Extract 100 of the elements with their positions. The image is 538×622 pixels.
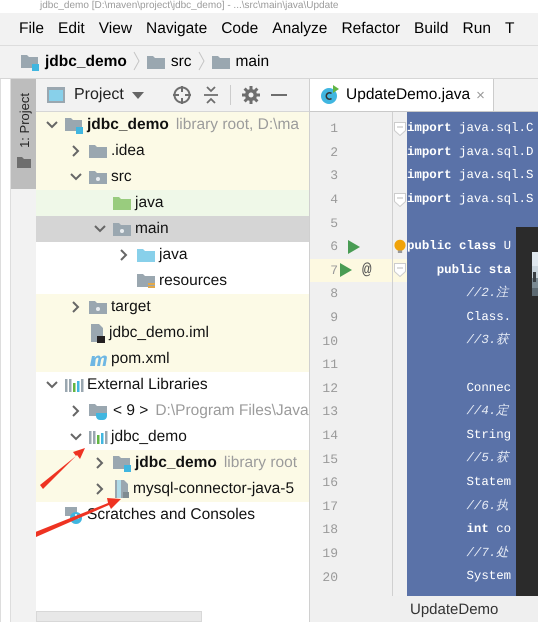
menu-item[interactable]: Run [456,20,498,38]
tree-item-label: src [111,168,132,186]
line-number: 5 [329,216,338,231]
library-icon [64,377,84,393]
code-line: import java.sql.C [407,121,534,135]
lightbulb-icon[interactable] [394,238,406,255]
folder-icon [88,143,108,159]
locate-icon[interactable] [172,85,192,105]
tree-item-label: java [159,246,188,264]
module-folder-icon [20,53,40,71]
override-marker[interactable]: @ [362,261,372,280]
minimize-icon[interactable] [270,93,287,97]
resources-folder-icon [136,272,156,290]
code-line: Class. [465,310,512,324]
class-icon [320,85,340,105]
tree-item[interactable]: .idea [36,138,309,164]
tree-item[interactable]: jdbc_demo library root, D:\ma [36,112,309,138]
breadcrumb[interactable]: main [210,53,270,71]
tree-item-label: java [135,194,164,212]
code-line: import java.sql.D [407,144,534,159]
tree-item-label: jdbc_demo [111,428,187,446]
tree-item-label: jdbc_demo [135,454,217,472]
line-number: 2 [329,144,338,160]
menu-item[interactable]: View [92,20,140,38]
menu-item[interactable]: Code [214,20,266,38]
tree-item[interactable]: External Libraries [36,372,309,398]
tree-item-label: External Libraries [87,376,208,394]
code-line: Statem [465,474,512,489]
tree-item-label: main [135,220,169,238]
file-icon [88,323,106,343]
menu-item[interactable]: File [12,20,51,38]
module-folder-icon [112,454,132,472]
jar-icon [112,479,130,499]
folder-icon [112,195,132,211]
tree-item[interactable]: pom.xml [36,346,309,372]
line-number: 10 [321,334,338,349]
code-line: Connec [465,380,512,395]
menu-item[interactable]: Refactor [334,20,408,38]
code-line: String [465,428,512,442]
line-number: 9 [329,310,338,326]
tree-item[interactable]: < 9 > D:\Program Files\Java [36,398,309,424]
tree-item[interactable]: main [36,216,309,242]
caret-icon [132,92,144,98]
line-number: 6 [329,239,338,254]
window-title: jdbc_demo [D:\maven\project\jdbc_demo] - ...\src\main\java\Update [38,0,340,12]
tree-item[interactable]: mysql-connector-java-5 [36,476,309,502]
module-folder-icon [64,116,84,134]
folder-icon [146,54,166,70]
collapse-icon[interactable] [202,85,220,105]
line-number: 16 [321,475,338,490]
tree-item-label: < 9 > [113,402,148,420]
tree-item[interactable]: src [36,164,309,190]
code-line: public class U [407,238,512,253]
menu-item[interactable]: T [498,20,522,38]
code-line: import java.sql.S [407,168,534,182]
run-icon[interactable] [340,263,352,278]
menu-item[interactable]: Analyze [265,20,334,38]
code-comment: //6.执 [465,498,508,512]
code-line: import java.sql.S [407,192,534,206]
tree-item[interactable]: jdbc_demo.iml [36,320,309,346]
project-view-dropdown[interactable]: Project [46,86,144,104]
folder-icon [17,156,31,168]
tree-item-label: mysql-connector-java-5 [133,480,294,498]
tree-item[interactable]: target [36,294,309,320]
tree-item[interactable]: jdbc_demo [36,424,309,450]
menu-item[interactable]: Edit [50,20,92,38]
folder-icon [88,169,108,185]
tree-item-hint: D:\Program Files\Java [155,402,309,420]
code-comment: //3.获 [465,333,508,348]
tree-item-label: jdbc_demo [87,116,169,134]
tree-item-hint: library root [224,454,298,472]
code-line: public sta [436,262,512,277]
line-number: 17 [321,498,338,514]
tree-item[interactable]: resources [36,268,309,294]
menu-item[interactable]: Build [407,20,456,38]
line-number: 12 [321,380,338,396]
project-tool-tab[interactable]: 1: Project [11,79,37,189]
breadcrumb[interactable]: jdbc_demo [20,53,127,71]
tree-item[interactable]: jdbc_demo library root [36,450,309,476]
tree-item[interactable]: java [36,190,309,216]
tree-item[interactable]: java [36,242,309,268]
tree-item-label: Scratches and Consoles [87,506,256,524]
settings-icon[interactable] [240,85,261,105]
run-icon[interactable] [348,240,360,254]
menu-item[interactable]: Navigate [139,20,214,38]
line-number: 14 [321,428,338,444]
horizontal-scrollbar[interactable] [36,611,202,622]
line-number: 13 [321,404,338,420]
breadcrumb[interactable]: src [146,53,192,71]
tree-item-label: jdbc_demo.iml [109,324,209,342]
tree-item-label: target [111,298,151,316]
editor-tab[interactable]: UpdateDemo.java × [310,79,494,111]
line-number: 3 [329,168,338,184]
tree-item-label: .idea [111,142,145,160]
folder-icon [136,247,156,263]
line-number: 11 [321,357,338,372]
code-comment: //5.获 [465,451,508,466]
line-number: 7 [329,262,338,278]
annotation-arrow [40,448,85,489]
line-number: 18 [321,522,338,538]
